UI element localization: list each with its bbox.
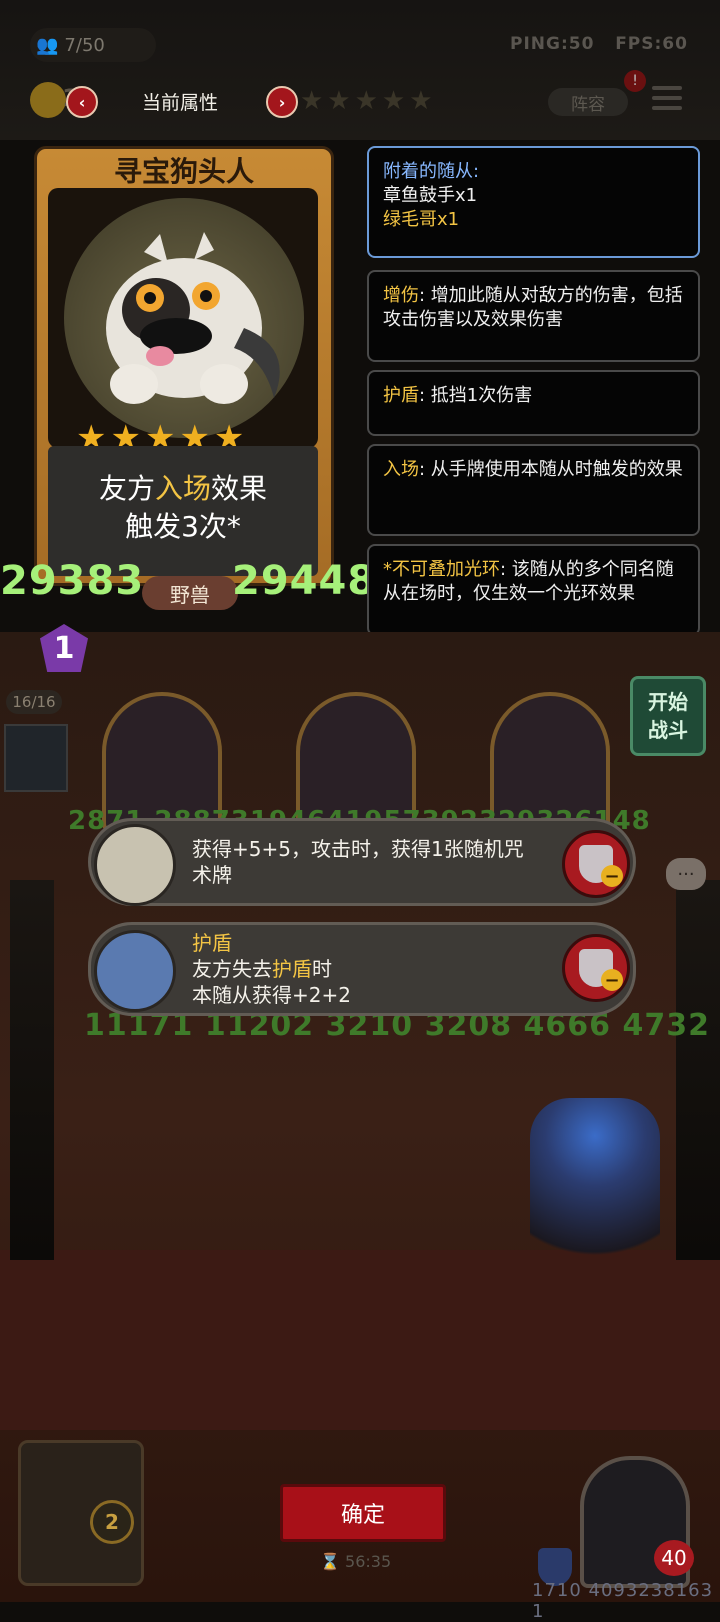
keyword-box-shield: 护盾: 抵挡1次伤害 (367, 370, 700, 436)
effect-line2: 触发3次* (125, 510, 241, 543)
attachment-text: 获得+5+5，攻击时，获得1张随机咒 (192, 837, 524, 861)
tier-stars: ★★★★★ (300, 86, 437, 116)
players-icon: 👥 (36, 34, 59, 56)
remove-attachment-button[interactable]: − (562, 830, 630, 898)
card-name: 寻宝狗头人 (113, 155, 254, 188)
keyword-description: : 增加此随从对敌方的伤害，包括攻击伤害以及效果伤害 (383, 285, 683, 330)
attached-title: 附着的随从: (383, 161, 480, 182)
hand-count: 16/16 (6, 690, 62, 714)
globe-icon (94, 930, 176, 1012)
panel-title: 当前属性 (142, 92, 219, 114)
keyword-label: *不可叠加光环 (383, 559, 500, 580)
dog-creature-icon (106, 232, 280, 404)
keyword-description: : 从手牌使用本随从时触发的效果 (419, 459, 683, 480)
start-label-1: 开始 (648, 690, 688, 714)
player-count-value: 7/50 (64, 34, 105, 56)
health-value: 29448 (232, 558, 377, 604)
coin-counter: 2 (90, 1500, 134, 1544)
start-label-2: 战斗 (648, 718, 688, 742)
broom-icon (94, 824, 176, 906)
attached-minions-box: 附着的随从: 章鱼鼓手x1 绿毛哥x1 (367, 146, 700, 258)
chat-bubble-icon[interactable]: ··· (666, 858, 706, 890)
next-button[interactable]: › (266, 86, 298, 118)
gold-coin-icon (30, 82, 66, 118)
hand-card[interactable] (4, 724, 68, 792)
attachment-title: 护盾 (192, 931, 232, 955)
minion-portrait (64, 198, 304, 438)
alert-badge: ! (624, 70, 646, 92)
minus-icon: − (601, 969, 623, 991)
shield-icon: − (579, 845, 623, 887)
chevron-left-icon: ‹ (78, 92, 86, 112)
attachment-text: 友方失去 (192, 957, 272, 981)
start-battle-button[interactable]: 开始 战斗 (630, 676, 706, 756)
attack-value: 29383 (0, 558, 145, 604)
keyword-label: 入场 (383, 459, 419, 480)
round-timer: ⌛ 56:35 (320, 1552, 392, 1571)
keyword-label: 护盾 (383, 385, 419, 406)
prev-button[interactable]: ‹ (66, 86, 98, 118)
lineup-label: 阵容 (571, 94, 605, 115)
attachment-text: 术牌 (192, 863, 232, 887)
keyword-box-aura: *不可叠加光环: 该随从的多个同名随从在场时，仅生效一个光环效果 (367, 544, 700, 636)
network-stats: PING:50 FPS:60 (510, 34, 688, 54)
ping-value: PING:50 (510, 34, 595, 54)
effect-post: 效果 (211, 472, 268, 505)
player-count: 👥 7/50 (30, 28, 156, 62)
hero-character (530, 1098, 660, 1288)
attachment-description: 护盾 友方失去护盾时 本随从获得+2+2 (192, 930, 542, 1008)
lamp-post-left (10, 880, 54, 1260)
attachment-keyword: 护盾 (272, 957, 312, 981)
confirm-button[interactable]: 确定 (280, 1484, 446, 1542)
attached-item: 绿毛哥x1 (383, 209, 460, 230)
lineup-button[interactable]: 阵容 (548, 88, 628, 116)
fps-value: FPS:60 (615, 34, 688, 54)
card-effect-text: 友方入场效果 触发3次* (48, 470, 318, 546)
effect-keyword: 入场 (154, 472, 211, 505)
keyword-label: 增伤 (383, 285, 419, 306)
attached-item: 章鱼鼓手x1 (383, 185, 478, 206)
attachment-text: 本随从获得+2+2 (192, 983, 351, 1007)
hero-health: 40 (654, 1540, 694, 1576)
menu-button[interactable] (652, 86, 682, 116)
confirm-label: 确定 (340, 1503, 385, 1528)
chevron-right-icon: › (278, 92, 286, 112)
minus-icon: − (601, 865, 623, 887)
effect-pre: 友方 (98, 472, 155, 505)
keyword-box-damage: 增伤: 增加此随从对敌方的伤害，包括攻击伤害以及效果伤害 (367, 270, 700, 362)
footer-numbers: 1710 4093238163 1 (532, 1580, 714, 1622)
lamp-post-right (676, 880, 720, 1260)
keyword-description: : 抵挡1次伤害 (419, 385, 533, 406)
attachment-text: 时 (312, 957, 332, 981)
attachment-description: 获得+5+5，攻击时，获得1张随机咒 术牌 (192, 836, 542, 888)
remove-attachment-button[interactable]: − (562, 934, 630, 1002)
tribe-badge: 野兽 (142, 576, 238, 610)
shield-icon: − (579, 949, 623, 991)
keyword-box-entry: 入场: 从手牌使用本随从时触发的效果 (367, 444, 700, 536)
top-bar (0, 0, 720, 140)
